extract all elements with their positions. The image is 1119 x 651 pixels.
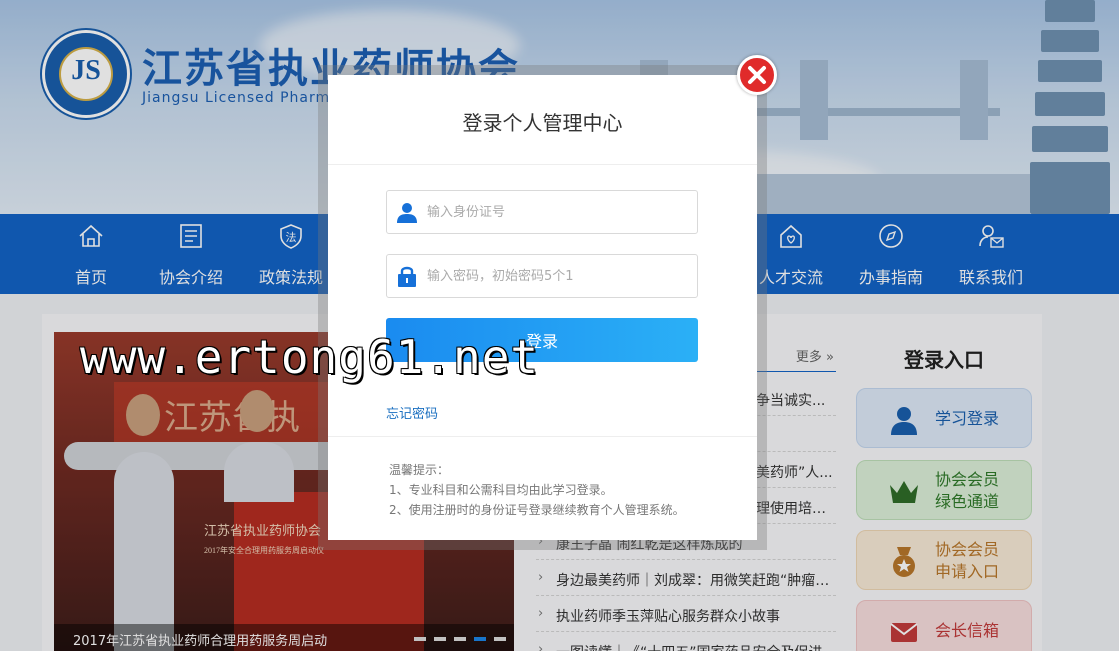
login-modal: 登录个人管理中心 登录 忘记密码 温馨提示： 1、专业科目和公需科目均由此学习登… [328, 75, 757, 540]
tips-block: 温馨提示： 1、专业科目和公需科目均由此学习登录。 2、使用注册时的身份证号登录… [389, 460, 685, 520]
modal-title: 登录个人管理中心 [462, 111, 623, 135]
id-number-field[interactable] [386, 190, 698, 234]
modal-close-button[interactable] [737, 55, 777, 95]
lock-icon [398, 266, 416, 287]
id-number-input[interactable] [427, 201, 687, 223]
password-input[interactable] [427, 265, 687, 287]
tip-line: 2、使用注册时的身份证号登录继续教育个人管理系统。 [389, 503, 685, 517]
user-icon [397, 203, 417, 223]
tip-line: 1、专业科目和公需科目均由此学习登录。 [389, 483, 613, 497]
forgot-password-link[interactable]: 忘记密码 [386, 403, 438, 422]
tips-title: 温馨提示： [389, 463, 450, 477]
password-field[interactable] [386, 254, 698, 298]
watermark-text: www.ertong61.net [80, 330, 540, 384]
modal-divider [328, 436, 757, 437]
modal-divider [328, 164, 757, 165]
close-icon [748, 66, 766, 84]
